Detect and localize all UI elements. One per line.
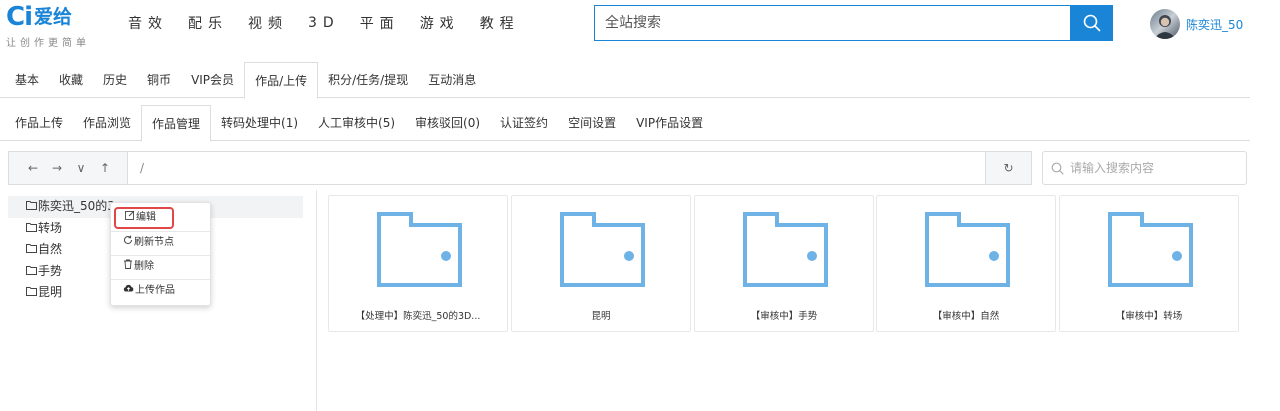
panel-divider[interactable] (316, 190, 317, 411)
search-icon (1051, 162, 1064, 175)
site-logo[interactable]: Ci 爱给 让创作更简单 (6, 2, 116, 49)
folder-icon (26, 261, 37, 283)
edit-icon (125, 207, 135, 229)
tab-coins[interactable]: 铜币 (137, 62, 181, 98)
folder-card[interactable]: 【审核中】转场 (1059, 195, 1239, 332)
forward-arrow-icon[interactable]: → (51, 161, 63, 175)
tree-item-label: 转场 (38, 220, 63, 235)
subtab-browse[interactable]: 作品浏览 (73, 105, 141, 141)
folder-card[interactable]: 【审核中】自然 (876, 195, 1056, 332)
nav-sound-effects[interactable]: 音效 (128, 13, 168, 33)
tab-works-upload[interactable]: 作品/上传 (244, 62, 319, 99)
folder-icon (925, 212, 1010, 287)
tab-vip[interactable]: VIP会员 (181, 62, 244, 98)
path-input[interactable]: / (127, 152, 986, 184)
back-arrow-icon[interactable]: ← (27, 161, 39, 175)
folder-card-label: 【审核中】手势 (750, 311, 818, 322)
folder-card-label: 【处理中】陈奕迅_50的3D... (355, 311, 481, 322)
folder-card[interactable]: 【审核中】手势 (694, 195, 874, 332)
nav-graphic[interactable]: 平面 (360, 13, 400, 33)
context-refresh-node[interactable]: 刷新节点 (111, 232, 210, 254)
folder-card[interactable]: 【处理中】陈奕迅_50的3D... (328, 195, 508, 332)
context-upload-label: 上传作品 (135, 285, 175, 296)
tree-item-label: 自然 (38, 242, 63, 256)
tab-basic[interactable]: 基本 (0, 62, 49, 98)
file-search-input[interactable] (1070, 161, 1240, 175)
file-search (1042, 151, 1247, 185)
refresh-icon (123, 232, 133, 254)
logo-slogan: 让创作更简单 (6, 38, 90, 49)
folder-icon (26, 196, 37, 218)
subtab-rejected[interactable]: 审核驳回(0) (405, 105, 490, 141)
tab-history[interactable]: 历史 (93, 62, 137, 98)
tab-messages[interactable]: 互动消息 (418, 62, 486, 98)
subtab-certification[interactable]: 认证签约 (490, 105, 558, 141)
folder-icon (743, 212, 828, 287)
folder-card-label: 昆明 (591, 311, 611, 322)
cloud-upload-icon (123, 280, 134, 302)
folder-icon (26, 282, 37, 304)
tab-points-tasks[interactable]: 积分/任务/提现 (318, 62, 418, 98)
logo-mark: Ci (6, 2, 33, 32)
path-bar: ← → ∨ ↑ / ↻ (8, 151, 1032, 185)
trash-icon (123, 256, 133, 278)
context-edit-label: 编辑 (136, 212, 156, 223)
subtab-manage[interactable]: 作品管理 (141, 105, 212, 142)
nav-3d[interactable]: 3D (308, 15, 340, 31)
subtab-vip-settings[interactable]: VIP作品设置 (626, 105, 713, 141)
folder-icon (377, 212, 462, 287)
context-menu: 编辑 刷新节点 删除 上传作品 (110, 202, 211, 306)
refresh-icon: ↻ (1003, 161, 1014, 175)
folder-icon (26, 239, 37, 261)
context-delete-label: 删除 (134, 261, 154, 272)
sub-tabs: 作品上传 作品浏览 作品管理 转码处理中(1) 人工审核中(5) 审核驳回(0)… (0, 105, 1250, 142)
subtab-transcoding[interactable]: 转码处理中(1) (211, 105, 308, 141)
folder-card-label: 【审核中】自然 (932, 311, 1000, 322)
folder-icon (560, 212, 645, 287)
tree-item-label: 陈奕迅_50的3 (38, 199, 115, 213)
chevron-down-icon[interactable]: ∨ (75, 161, 87, 175)
subtab-space-settings[interactable]: 空间设置 (558, 105, 626, 141)
folder-icon (26, 218, 37, 240)
search-icon (1083, 14, 1100, 32)
avatar (1150, 9, 1180, 39)
avatar-image (1154, 15, 1176, 39)
context-refresh-label: 刷新节点 (134, 237, 174, 248)
folder-icon (1108, 212, 1193, 287)
site-header: Ci 爱给 让创作更简单 音效 配乐 视频 3D 平面 游戏 教程 全站搜索 陈… (0, 0, 1280, 50)
nav-tutorial[interactable]: 教程 (480, 13, 520, 33)
path-nav: ← → ∨ ↑ (9, 152, 127, 184)
tree-item-label: 昆明 (38, 285, 63, 299)
user-name: 陈奕迅_50 (1186, 17, 1244, 32)
context-delete[interactable]: 删除 (111, 256, 210, 278)
main-tabs: 基本 收藏 历史 铜币 VIP会员 作品/上传 积分/任务/提现 互动消息 (0, 62, 1250, 99)
tree-item-label: 手势 (38, 263, 63, 278)
context-edit[interactable]: 编辑 (114, 207, 174, 229)
nav-music[interactable]: 配乐 (188, 13, 228, 33)
folder-card[interactable]: 昆明 (511, 195, 691, 332)
search-button[interactable] (1070, 5, 1113, 41)
folder-card-label: 【审核中】转场 (1115, 311, 1183, 322)
subtab-upload[interactable]: 作品上传 (0, 105, 73, 141)
up-arrow-icon[interactable]: ↑ (99, 161, 111, 175)
top-nav: 音效 配乐 视频 3D 平面 游戏 教程 (128, 0, 540, 46)
logo-name: 爱给 (34, 6, 73, 28)
site-search (594, 5, 1113, 41)
refresh-button[interactable]: ↻ (986, 152, 1031, 184)
nav-video[interactable]: 视频 (248, 13, 288, 33)
tab-favorites[interactable]: 收藏 (49, 62, 93, 98)
subtab-review[interactable]: 人工审核中(5) (308, 105, 405, 141)
context-upload-works[interactable]: 上传作品 (111, 280, 210, 302)
user-menu[interactable]: 陈奕迅_50 (1150, 9, 1243, 39)
nav-game[interactable]: 游戏 (420, 13, 460, 33)
site-search-input[interactable] (594, 5, 1070, 41)
